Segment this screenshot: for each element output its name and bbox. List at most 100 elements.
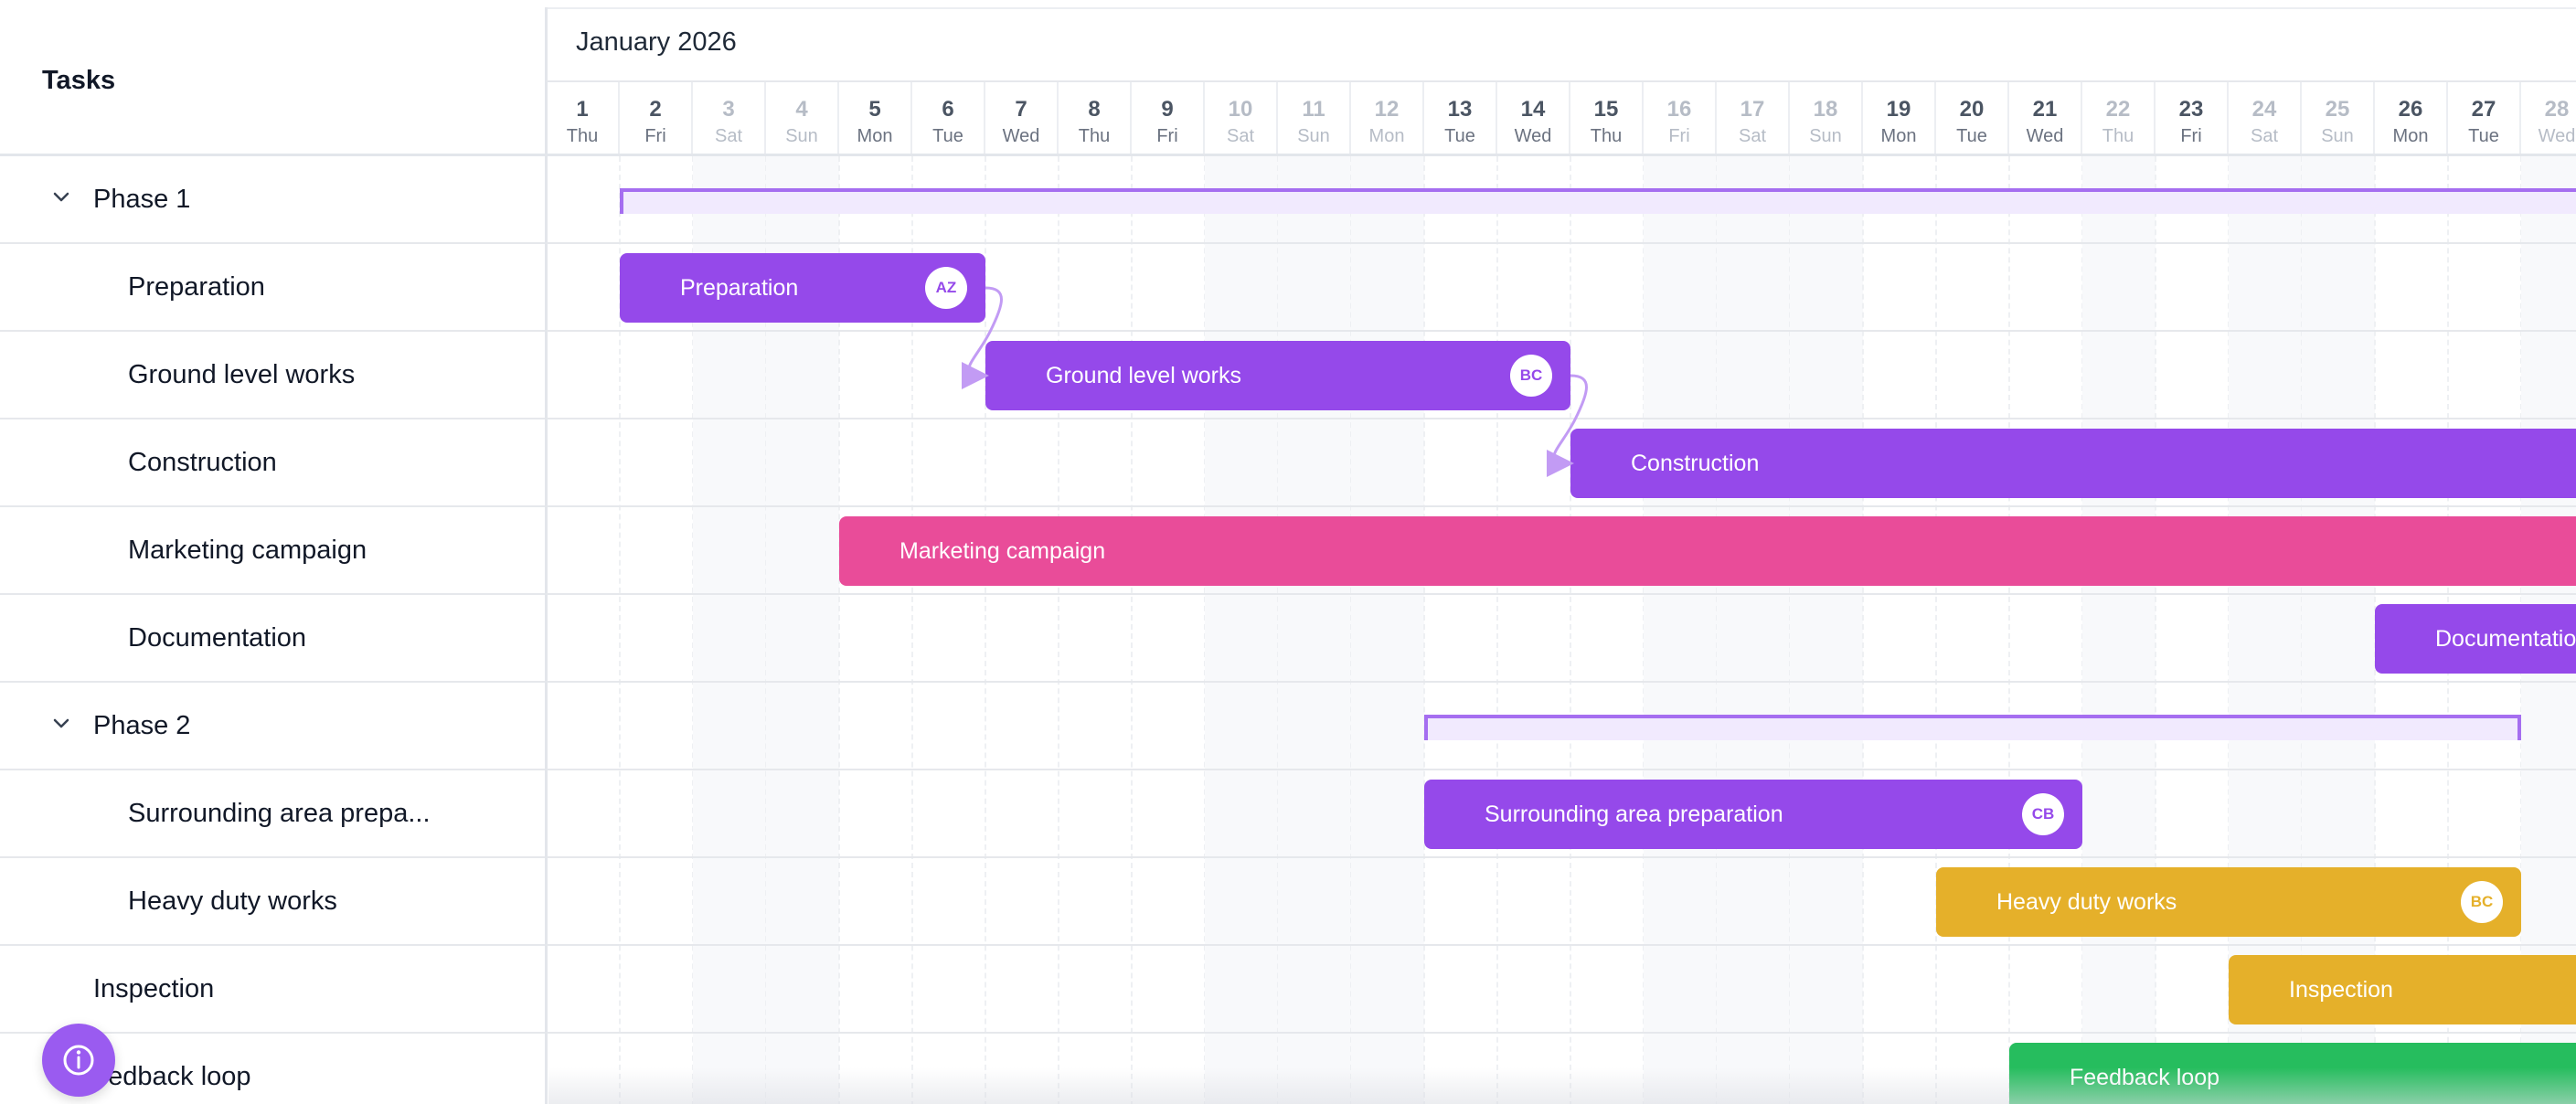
day-number: 9 bbox=[1161, 97, 1174, 122]
task-bar-label: Heavy duty works bbox=[1996, 889, 2177, 915]
task-bar[interactable]: Preparation AZ bbox=[620, 253, 985, 323]
day-number: 26 bbox=[2398, 97, 2423, 122]
weekend-column bbox=[2082, 156, 2156, 1104]
task-bar[interactable]: Ground level works BC bbox=[985, 341, 1570, 410]
chevron-down-icon[interactable] bbox=[48, 710, 75, 738]
assignee-avatar[interactable]: BC bbox=[2461, 881, 2503, 923]
day-weekday: Mon bbox=[1880, 126, 1917, 146]
task-bar[interactable]: Inspection bbox=[2229, 955, 2576, 1024]
day-weekday: Fri bbox=[2180, 126, 2202, 146]
day-number: 28 bbox=[2544, 97, 2570, 122]
day-header-cell: 22 Thu bbox=[2082, 82, 2156, 154]
day-header-cell: 23 Fri bbox=[2156, 82, 2229, 154]
day-header-cell: 17 Sat bbox=[1717, 82, 1790, 154]
day-weekday: Tue bbox=[932, 126, 963, 146]
phase-summary-bar[interactable] bbox=[1424, 715, 2521, 740]
day-number: 22 bbox=[2105, 97, 2131, 122]
day-weekday: Thu bbox=[2102, 126, 2134, 146]
day-weekday: Wed bbox=[2538, 126, 2576, 146]
gantt-app: Tasks Phase 1 Preparation Ground level wor… bbox=[0, 0, 2576, 1104]
task-bar[interactable]: Feedback loop bbox=[2009, 1043, 2576, 1104]
task-row[interactable]: Preparation bbox=[0, 244, 545, 332]
task-bar-label: Marketing campaign bbox=[899, 538, 1106, 564]
row-gridline bbox=[547, 1032, 2576, 1034]
day-header-cell: 12 Mon bbox=[1351, 82, 1424, 154]
day-number: 4 bbox=[795, 97, 808, 122]
day-header-cell: 16 Fri bbox=[1644, 82, 1717, 154]
task-name: Phase 1 bbox=[93, 185, 191, 214]
task-bar[interactable]: Documentatio bbox=[2375, 604, 2576, 674]
day-number: 20 bbox=[1959, 97, 1985, 122]
day-gridline bbox=[2008, 156, 2010, 1104]
day-header-cell: 3 Sat bbox=[693, 82, 766, 154]
day-weekday: Wed bbox=[1514, 126, 1552, 146]
day-number: 6 bbox=[942, 97, 954, 122]
weekend-column bbox=[1351, 156, 1424, 1104]
task-row[interactable]: Documentation bbox=[0, 595, 545, 683]
task-row[interactable]: Construction bbox=[0, 419, 545, 507]
day-header-cell: 8 Thu bbox=[1059, 82, 1132, 154]
phase-summary-bar[interactable] bbox=[620, 188, 2576, 214]
day-header-cell: 21 Wed bbox=[2009, 82, 2082, 154]
day-number: 25 bbox=[2325, 97, 2350, 122]
tasks-column-title: Tasks bbox=[42, 66, 116, 95]
row-gridline bbox=[547, 681, 2576, 683]
day-header-cell: 18 Sun bbox=[1790, 82, 1863, 154]
task-row[interactable]: Ground level works bbox=[0, 332, 545, 419]
day-header-cell: 27 Tue bbox=[2448, 82, 2521, 154]
task-bar[interactable]: Surrounding area preparation CB bbox=[1424, 780, 2082, 849]
day-weekday: Mon bbox=[2392, 126, 2429, 146]
day-number: 14 bbox=[1520, 97, 1546, 122]
info-button[interactable] bbox=[42, 1024, 115, 1097]
task-name: Phase 2 bbox=[93, 711, 191, 740]
day-gridline bbox=[2155, 156, 2156, 1104]
day-header-cell: 4 Sun bbox=[766, 82, 839, 154]
day-gridline bbox=[1935, 156, 1937, 1104]
task-row[interactable]: Phase 2 bbox=[0, 683, 545, 770]
day-header-cell: 6 Tue bbox=[912, 82, 985, 154]
day-weekday: Wed bbox=[2026, 126, 2064, 146]
weekend-column bbox=[1717, 156, 1790, 1104]
task-name: Heavy duty works bbox=[128, 886, 337, 916]
day-weekday: Sat bbox=[1738, 126, 1767, 146]
day-weekday: Wed bbox=[1002, 126, 1040, 146]
assignee-avatar[interactable]: AZ bbox=[925, 267, 967, 309]
task-row[interactable]: Inspection bbox=[0, 946, 545, 1034]
day-number: 11 bbox=[1302, 97, 1325, 122]
day-weekday: Thu bbox=[1078, 126, 1111, 146]
task-row[interactable]: Phase 1 bbox=[0, 156, 545, 244]
day-header-cell: 28 Wed bbox=[2521, 82, 2576, 154]
task-bar-label: Feedback loop bbox=[2070, 1065, 2220, 1090]
row-gridline bbox=[547, 593, 2576, 595]
chevron-down-icon[interactable] bbox=[48, 184, 75, 211]
day-weekday: Thu bbox=[1590, 126, 1623, 146]
task-bar[interactable]: Heavy duty works BC bbox=[1936, 867, 2521, 937]
day-header-cell: 11 Sun bbox=[1278, 82, 1351, 154]
month-label: January 2026 bbox=[576, 27, 737, 57]
task-name: Documentation bbox=[128, 623, 307, 653]
day-weekday: Sat bbox=[714, 126, 743, 146]
header-bottom-border bbox=[547, 154, 2576, 156]
assignee-avatar[interactable]: BC bbox=[1510, 355, 1552, 397]
task-bar-label: Inspection bbox=[2289, 977, 2393, 1003]
day-weekday: Tue bbox=[2468, 126, 2499, 146]
task-row[interactable]: Surrounding area prepa... bbox=[0, 770, 545, 858]
day-header-cell: 9 Fri bbox=[1132, 82, 1205, 154]
row-gridline bbox=[547, 330, 2576, 332]
day-weekday: Sat bbox=[1226, 126, 1255, 146]
row-gridline bbox=[547, 944, 2576, 946]
task-bar[interactable]: Construction bbox=[1570, 429, 2576, 498]
day-weekday: Sun bbox=[1809, 126, 1842, 146]
weekend-column bbox=[1205, 156, 1278, 1104]
day-weekday: Fri bbox=[1156, 126, 1178, 146]
day-number: 7 bbox=[1015, 97, 1027, 122]
timeline-panel[interactable]: January 2026 1 Thu 2 Fri 3 Sat 4 Sun 5 Mon 6 Tue 7 We… bbox=[547, 7, 2576, 1104]
task-bar[interactable]: Marketing campaign bbox=[839, 516, 2576, 586]
task-row[interactable]: Heavy duty works bbox=[0, 858, 545, 946]
day-number: 19 bbox=[1886, 97, 1911, 122]
row-gridline bbox=[547, 242, 2576, 244]
assignee-avatar[interactable]: CB bbox=[2022, 793, 2064, 835]
day-header-cell: 10 Sat bbox=[1205, 82, 1278, 154]
day-header-cell: 13 Tue bbox=[1424, 82, 1497, 154]
task-row[interactable]: Marketing campaign bbox=[0, 507, 545, 595]
